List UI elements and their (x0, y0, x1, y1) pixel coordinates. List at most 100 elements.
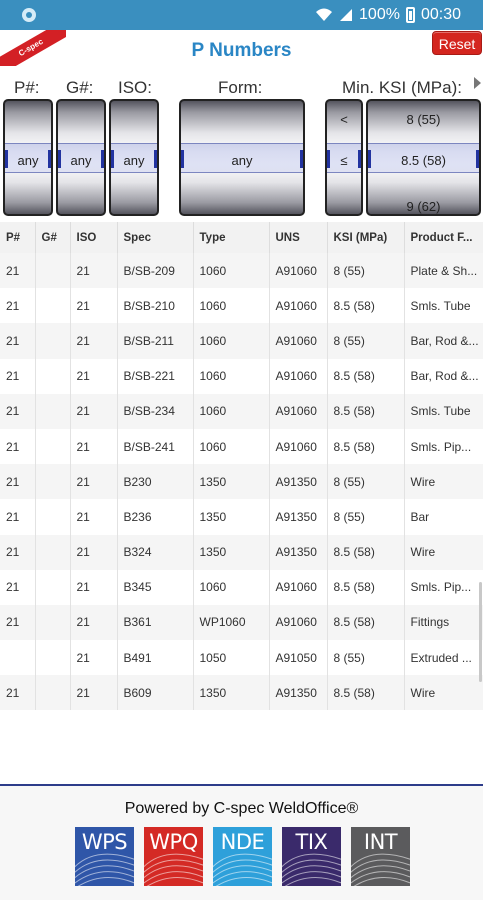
column-header: G# (35, 222, 71, 253)
table-cell: A91060 (269, 288, 328, 324)
table-cell: 21 (70, 569, 118, 605)
reset-button[interactable]: Reset (432, 31, 482, 55)
table-cell: Smls. Pip... (404, 569, 483, 605)
table-cell: 21 (70, 253, 118, 289)
table-row[interactable]: 21 21 B/SB-210 1060 A91060 8.5 (58) Smls. Tube (0, 288, 483, 324)
table-cell (35, 393, 71, 429)
table-cell: 8.5 (58) (327, 428, 405, 465)
form-picker[interactable]: any (179, 99, 305, 216)
operator-option-above: < (340, 112, 348, 127)
table-row[interactable]: 21 B491 1050 A91050 8 (55) Extruded ... (0, 640, 483, 676)
table-cell: B324 (117, 534, 194, 570)
table-row[interactable]: 21 21 B/SB-241 1060 A91060 8.5 (58) Smls. Pip.… (0, 428, 483, 465)
g-number-picker[interactable]: any (56, 99, 106, 216)
product-logo-label: NDE (220, 830, 265, 854)
column-header: P# (0, 222, 36, 253)
table-header-row: P# G# ISO Spec Type UNS KSI (MPa) Product F... (0, 222, 483, 253)
battery-percent: 100% (359, 6, 400, 23)
column-header: UNS (269, 222, 328, 253)
table-row[interactable]: 21 21 B/SB-211 1060 A91060 8 (55) Bar, Rod &..… (0, 323, 483, 359)
table-cell: Fittings (404, 604, 483, 641)
table-cell: 21 (0, 604, 36, 641)
clock: 00:30 (420, 6, 461, 23)
table-cell: A91060 (269, 323, 328, 359)
table-cell: 1350 (193, 534, 270, 570)
table-cell: A91060 (269, 393, 328, 429)
table-cell: 21 (70, 288, 118, 324)
table-cell: 21 (70, 534, 118, 570)
table-row[interactable]: 21 21 B230 1350 A91350 8 (55) Wire (0, 464, 483, 500)
app-notification-icon (22, 8, 36, 22)
product-logo-label: WPS (81, 830, 128, 854)
wpq-logo-icon[interactable]: WPQ (144, 827, 203, 886)
table-cell: A91060 (269, 604, 328, 641)
product-logo-label: INT (363, 830, 398, 854)
table-cell: 21 (0, 464, 36, 500)
table-row[interactable]: 21 21 B/SB-221 1060 A91060 8.5 (58) Bar, Rod &… (0, 358, 483, 394)
table-scrollbar[interactable] (479, 582, 482, 682)
table-row[interactable]: 21 21 B/SB-234 1060 A91060 8.5 (58) Smls. Tube (0, 393, 483, 429)
table-row[interactable]: 21 21 B609 1350 A91350 8.5 (58) Wire (0, 675, 483, 711)
tix-logo-icon[interactable]: TIX (282, 827, 341, 886)
signal-icon (340, 9, 353, 21)
min-ksi-label: Min. KSI (MPa): (342, 78, 462, 97)
int-logo-icon[interactable]: INT (351, 827, 410, 886)
g-number-selected: any (70, 153, 92, 168)
table-cell: 8.5 (58) (327, 604, 405, 641)
table-cell: 8 (55) (327, 323, 405, 359)
wps-logo-icon[interactable]: WPS (75, 827, 134, 886)
picker-more-arrow-icon[interactable] (474, 77, 481, 89)
iso-selected: any (123, 153, 145, 168)
table-row[interactable]: 21 21 B361 WP1060 A91060 8.5 (58) Fittings (0, 604, 483, 641)
table-cell: 21 (70, 323, 118, 359)
table-cell: B/SB-234 (117, 393, 194, 429)
status-bar: 100% 00:30 (0, 0, 483, 30)
column-header: KSI (MPa) (327, 222, 405, 253)
g-number-label: G#: (66, 78, 94, 97)
table-cell: 8 (55) (327, 499, 405, 535)
table-cell: B230 (117, 464, 194, 500)
table-cell: A91060 (269, 428, 328, 465)
results-table: P# G# ISO Spec Type UNS KSI (MPa) Product F... … (0, 222, 483, 711)
powered-by-text: Powered by C-spec WeldOffice® (124, 800, 359, 817)
table-row[interactable]: 21 21 B324 1350 A91350 8.5 (58) Wire (0, 534, 483, 570)
form-selected: any (231, 153, 253, 168)
column-header: ISO (70, 222, 118, 253)
table-cell: B/SB-241 (117, 428, 194, 465)
table-cell: 8 (55) (327, 640, 405, 676)
min-ksi-picker[interactable]: 8 (55) 8.5 (58) 9 (62) (366, 99, 481, 216)
table-cell: Wire (404, 464, 483, 500)
table-cell: 8.5 (58) (327, 288, 405, 324)
wifi-icon (316, 8, 333, 21)
ksi-option-above: 8 (55) (406, 112, 441, 127)
column-header: Type (193, 222, 270, 253)
table-row[interactable]: 21 21 B/SB-209 1060 A91060 8 (55) Plate & Sh..… (0, 253, 483, 289)
ksi-operator-picker[interactable]: < ≤ (325, 99, 363, 216)
product-logo-label: TIX (295, 830, 328, 854)
results-table-container[interactable]: P# G# ISO Spec Type UNS KSI (MPa) Product F... … (0, 222, 483, 718)
table-row[interactable]: 21 21 B236 1350 A91350 8 (55) Bar (0, 499, 483, 535)
table-cell: 1060 (193, 569, 270, 605)
iso-picker[interactable]: any (109, 99, 159, 216)
table-cell: 1060 (193, 288, 270, 324)
table-cell: 21 (0, 288, 36, 324)
table-cell (35, 534, 71, 570)
table-cell: 21 (0, 393, 36, 429)
ksi-selected: 8.5 (58) (401, 153, 446, 168)
table-cell: 1350 (193, 675, 270, 711)
table-cell: Wire (404, 534, 483, 570)
p-number-picker[interactable]: any (3, 99, 53, 216)
table-cell: 8.5 (58) (327, 675, 405, 711)
table-cell: B491 (117, 640, 194, 676)
table-cell: A91060 (269, 569, 328, 605)
table-cell: A91050 (269, 640, 328, 676)
table-cell: B609 (117, 675, 194, 711)
table-row[interactable]: 21 21 B345 1060 A91060 8.5 (58) Smls. Pip... (0, 569, 483, 605)
table-cell: Plate & Sh... (404, 253, 483, 289)
table-cell: 21 (70, 464, 118, 500)
table-cell: 21 (0, 499, 36, 535)
table-cell: 21 (70, 675, 118, 711)
operator-selected: ≤ (340, 153, 348, 168)
nde-logo-icon[interactable]: NDE (213, 827, 272, 886)
table-cell: 1050 (193, 640, 270, 676)
